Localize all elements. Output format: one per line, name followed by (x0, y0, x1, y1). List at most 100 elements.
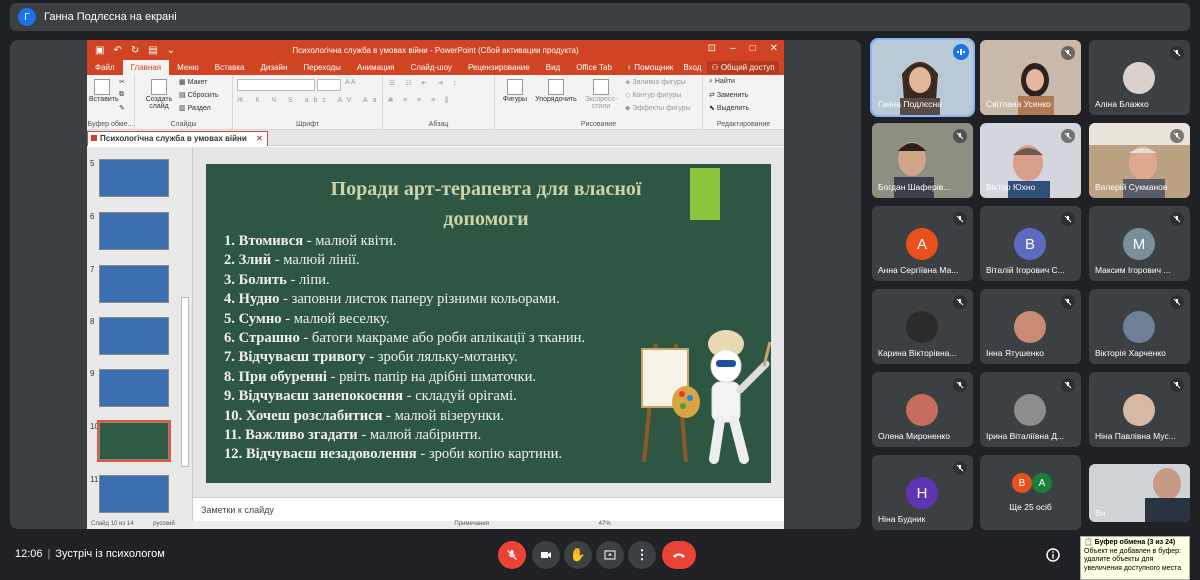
thumb-image (99, 159, 169, 197)
thumb-image (99, 317, 169, 355)
current-slide[interactable]: Поради арт-терапевта для власної допомог… (206, 164, 771, 483)
save-icon[interactable]: ▣ (95, 45, 104, 56)
participant-tile[interactable]: Валерій Сукманов (1089, 123, 1190, 198)
tab-office-tab[interactable]: Office Tab (568, 60, 620, 75)
participant-tile[interactable]: Н Ніна Будник (872, 455, 973, 530)
replace-button[interactable]: ⇄ Заменить (709, 91, 748, 99)
format-painter-icon[interactable]: ✎ (119, 104, 125, 112)
document-tab[interactable]: Психологічна служба в умовах війни ✕ (87, 131, 268, 146)
more-options-button[interactable]: ⋮ (628, 541, 656, 569)
cut-icon[interactable]: ✂ (119, 78, 125, 86)
tab-slideshow[interactable]: Слайд-шоу (402, 60, 459, 75)
align-icons[interactable]: ≡ ≡ ≡ ≡ ⫼ (389, 97, 452, 105)
participant-tile[interactable]: Богдан Шаферів... (872, 123, 973, 198)
mic-toggle-button[interactable] (498, 541, 526, 569)
participant-tile[interactable]: Ганна Подлєсна (870, 38, 975, 117)
notes-pane[interactable]: Заметки к слайду (193, 497, 784, 521)
arrange-button[interactable]: Упорядочить (533, 79, 579, 103)
tab-menu[interactable]: Меню (169, 60, 207, 75)
thumb-slide[interactable]: 9 (87, 369, 187, 411)
tab-transitions[interactable]: Переходы (295, 60, 349, 75)
express-styles-button[interactable]: Экспресс-стили (581, 79, 621, 110)
font-size-select[interactable] (317, 79, 341, 91)
tip-number: 11. (224, 427, 242, 444)
grow-font-icon[interactable]: A A (345, 79, 356, 86)
tip-item: 2. Злий - малюй лінії. (224, 251, 585, 270)
thumb-slide[interactable]: 11 (87, 475, 187, 517)
participant-name: Світлана Усенко (986, 99, 1051, 109)
font-name-select[interactable] (237, 79, 315, 91)
thumb-slide-selected[interactable]: 10 (87, 420, 187, 464)
participant-tile[interactable]: Олена Мироненко (872, 372, 973, 447)
thumb-slide[interactable]: 8 (87, 317, 187, 359)
undo-icon[interactable]: ↶ (113, 45, 121, 56)
camera-toggle-button[interactable] (532, 541, 560, 569)
redo-icon[interactable]: ↻ (131, 45, 139, 56)
meeting-details-icon[interactable] (1046, 548, 1060, 567)
help-search[interactable]: ♀ Помощник (626, 63, 673, 72)
tab-file[interactable]: Файл (87, 60, 123, 75)
paste-button[interactable]: Вставить (89, 79, 119, 103)
participant-tile[interactable]: В Віталій Ігорович С... (980, 206, 1081, 281)
tab-animation[interactable]: Анимация (349, 60, 403, 75)
section-button[interactable]: ▥ Раздел (179, 104, 211, 112)
participant-tile[interactable]: Карина Вікторівна... (872, 289, 973, 364)
participant-tile[interactable]: Інна Ятушенко (980, 289, 1081, 364)
participant-tile[interactable]: Вікторія Харченко (1089, 289, 1190, 364)
participant-tile[interactable]: Віктор Юхно (980, 123, 1081, 198)
thumb-slide[interactable]: 6 (87, 212, 187, 254)
participant-tile[interactable]: Світлана Усенко (980, 40, 1081, 115)
leave-call-button[interactable] (662, 541, 696, 569)
thumb-number: 5 (90, 159, 95, 168)
participant-tile[interactable]: М Максим Ігорович ... (1089, 206, 1190, 281)
present-screen-button[interactable] (596, 541, 624, 569)
express-label: Экспресс-стили (584, 96, 618, 110)
notes-toggle[interactable]: Примечания (454, 521, 489, 527)
raise-hand-button[interactable]: ✋ (564, 541, 592, 569)
select-button[interactable]: ⬉ Выделить (709, 104, 749, 112)
maximize-icon[interactable]: □ (750, 43, 756, 54)
participant-name: Ніна Будник (878, 514, 926, 524)
self-tile[interactable]: Ви (1089, 464, 1190, 522)
participant-tile[interactable]: А Анна Сергіївна Ма... (872, 206, 973, 281)
find-button[interactable]: ⌕ Найти (709, 78, 735, 86)
reset-button[interactable]: ▤ Сбросить (179, 91, 219, 99)
close-tab-icon[interactable]: ✕ (256, 132, 263, 145)
layout-button[interactable]: ▦ Макет (179, 78, 207, 86)
font-format-icons[interactable]: Ж К Ч S abc AV Aa A (237, 97, 398, 104)
participant-tile[interactable]: Ірина Віталіївна Д... (980, 372, 1081, 447)
painter-illustration (641, 330, 771, 464)
new-slide-button[interactable]: Создать слайд (141, 79, 177, 110)
close-icon[interactable]: ✕ (770, 43, 778, 54)
more-participants-tile[interactable]: В А Ще 25 осіб (980, 455, 1081, 530)
language-indicator[interactable]: русский (153, 521, 175, 527)
shape-outline-button[interactable]: ◇ Контур фигуры (625, 91, 681, 99)
thumb-image (99, 369, 169, 407)
thumb-image (99, 475, 169, 513)
thumb-number: 9 (90, 369, 95, 378)
tab-view[interactable]: Вид (538, 60, 568, 75)
zoom-level[interactable]: 47% (599, 521, 611, 527)
tab-home[interactable]: Главная (122, 60, 170, 75)
participant-tile[interactable]: Ніна Павлівна Мус... (1089, 372, 1190, 447)
tab-insert[interactable]: Вставка (207, 60, 253, 75)
list-icons[interactable]: ☰ ☷ ⇤ ⇥ ↕ (389, 79, 461, 87)
shapes-button[interactable]: Фигуры (499, 79, 531, 103)
thumbs-scrollbar[interactable] (181, 297, 189, 467)
thumb-slide[interactable]: 7 (87, 265, 187, 307)
participant-name: Анна Сергіївна Ма... (878, 265, 959, 275)
customize-icon[interactable]: ⌄ (167, 45, 175, 56)
thumb-slide[interactable]: 5 (87, 159, 187, 201)
ribbon-options-icon[interactable]: ⊡ (708, 43, 716, 54)
shape-effects-button[interactable]: ◆ Эффекты фигуры (625, 104, 691, 112)
presentation-icon[interactable]: ▤ (148, 45, 157, 56)
tab-review[interactable]: Рецензирование (460, 60, 538, 75)
login-link[interactable]: Вход (683, 63, 701, 72)
tab-design[interactable]: Дизайн (252, 60, 295, 75)
shape-fill-button[interactable]: ◈ Заливка фигуры (625, 78, 686, 86)
minimize-icon[interactable]: – (730, 43, 736, 54)
ppt-window-title: Психологічна служба в умовах війни - Pow… (292, 45, 579, 55)
participant-tile[interactable]: Аліна Блажко (1089, 40, 1190, 115)
copy-icon[interactable]: ⧉ (119, 91, 124, 99)
share-button[interactable]: ⚇ Общий доступ (707, 61, 779, 74)
